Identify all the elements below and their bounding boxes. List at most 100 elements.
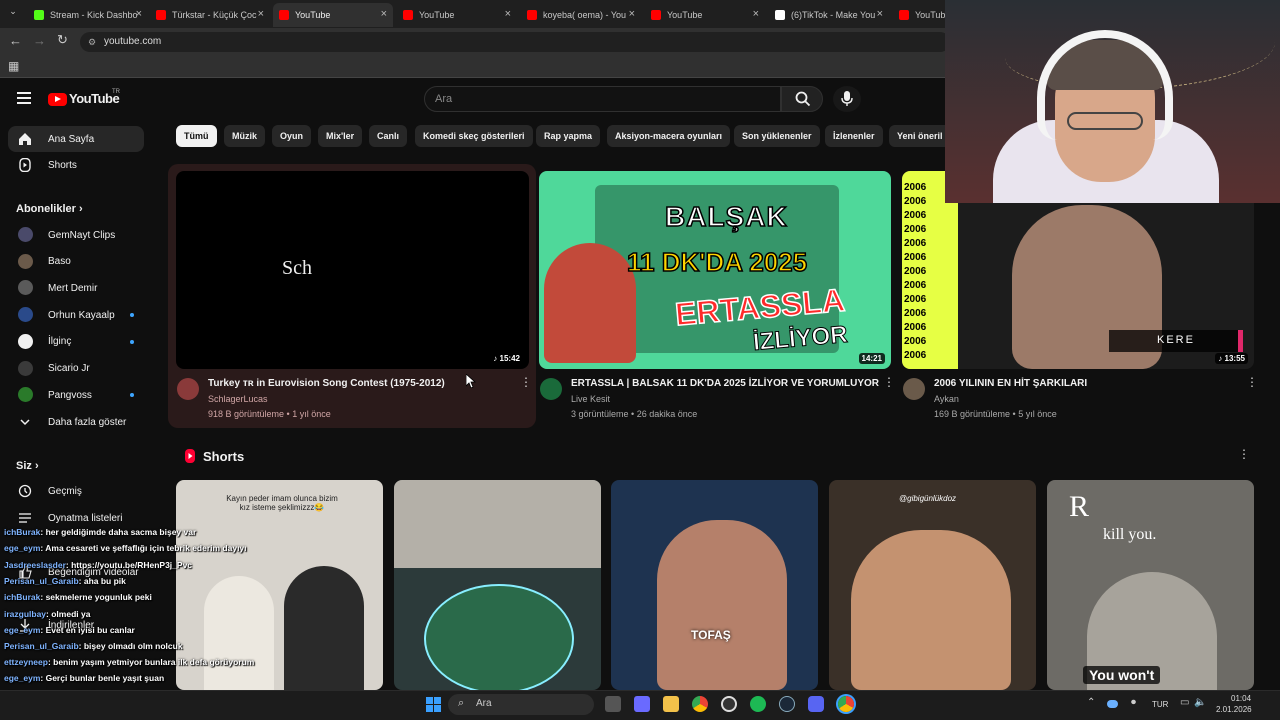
channel-avatar[interactable] xyxy=(177,378,199,400)
browser-tab[interactable]: YouTube × xyxy=(397,3,517,27)
filter-chip[interactable]: Oyun xyxy=(272,125,312,147)
sidebar-item-subscription[interactable]: Baso xyxy=(8,249,144,275)
sidebar-item-subscription[interactable]: Mert Demir xyxy=(8,275,144,301)
file-explorer-icon[interactable] xyxy=(663,696,679,712)
chat-username: ichBurak xyxy=(4,592,41,602)
tray-volume-icon[interactable]: 🔈 xyxy=(1194,697,1206,708)
video-title[interactable]: 2006 YILININ EN HİT ŞARKILARI xyxy=(934,378,1087,389)
obs-icon[interactable] xyxy=(721,696,737,712)
sidebar-item-subscription[interactable]: Sicario Jr xyxy=(8,356,144,382)
tab-close-icon[interactable]: × xyxy=(877,8,883,20)
sidebar-item-subscription[interactable]: GemNayt Clips xyxy=(8,222,144,248)
you-heading[interactable]: Siz › xyxy=(16,460,39,472)
filter-chip[interactable]: Yeni öneril xyxy=(889,125,945,147)
voice-search-button[interactable] xyxy=(833,86,861,112)
filter-chip[interactable]: Müzik xyxy=(224,125,266,147)
filter-chip[interactable]: Son yüklenenler xyxy=(734,125,820,147)
video-title[interactable]: ERTASSLA | BALSAK 11 DK'DA 2025 İZLİYOR … xyxy=(571,378,879,389)
channel-avatar xyxy=(18,307,33,323)
forward-icon[interactable]: → xyxy=(33,33,46,48)
channel-avatar[interactable] xyxy=(540,378,562,400)
task-view-icon[interactable] xyxy=(605,696,621,712)
youtube-logo-icon[interactable] xyxy=(48,93,67,106)
filter-chip[interactable]: Tümü xyxy=(176,125,217,147)
more-options-icon[interactable]: ⋮ xyxy=(1246,376,1258,388)
filter-chip[interactable]: İzlenenler xyxy=(825,125,883,147)
home-icon xyxy=(18,132,32,146)
tray-time[interactable]: 01:04 xyxy=(1231,694,1251,703)
reload-icon[interactable]: ↻ xyxy=(57,32,68,48)
search-input[interactable]: Ara xyxy=(424,86,781,112)
filter-chip[interactable]: Rap yapma xyxy=(536,125,601,147)
start-button-icon[interactable] xyxy=(426,697,441,712)
sidebar-item-subscription[interactable]: İlginç xyxy=(8,329,144,355)
video-channel[interactable]: SchlagerLucas xyxy=(208,394,268,404)
show-more-button[interactable]: Daha fazla göster xyxy=(8,409,144,435)
browser-tab[interactable]: YouTube × xyxy=(645,3,765,27)
tab-close-icon[interactable]: × xyxy=(629,8,635,20)
subscriptions-heading[interactable]: Abonelikler › xyxy=(16,203,83,215)
short-card-3[interactable]: TOFAŞ xyxy=(611,480,818,690)
sidebar-item-label: Geçmiş xyxy=(48,485,82,497)
browser-tab[interactable]: Türkstar - Küçük Çoc × xyxy=(150,3,270,27)
filter-chip[interactable]: Mix'ler xyxy=(318,125,363,147)
store-icon[interactable] xyxy=(634,696,650,712)
chat-username: ege_eym xyxy=(4,673,41,683)
back-icon[interactable]: ← xyxy=(9,33,22,48)
more-options-icon[interactable]: ⋮ xyxy=(883,376,895,388)
steam-icon[interactable] xyxy=(779,696,795,712)
tab-close-icon[interactable]: × xyxy=(258,8,264,20)
video-channel[interactable]: Live Kesit xyxy=(571,394,610,404)
youtube-region-label: TR xyxy=(112,89,120,95)
chrome-icon[interactable] xyxy=(692,696,708,712)
discord-icon[interactable] xyxy=(808,696,824,712)
tray-mic-icon[interactable]: ⏺ xyxy=(1131,697,1136,708)
more-options-icon[interactable]: ⋮ xyxy=(520,376,532,388)
menu-icon[interactable] xyxy=(17,92,31,104)
tab-search-icon[interactable]: ⌄ xyxy=(6,6,20,20)
video-title[interactable]: Turkey ᴛʀ in Eurovision Song Contest (19… xyxy=(208,378,445,389)
filter-chip[interactable]: Komedi skeç gösterileri xyxy=(415,125,533,147)
tray-language[interactable]: TUR xyxy=(1152,700,1168,709)
thumbnail-line-1: BALŞAK xyxy=(664,200,788,233)
tab-close-icon[interactable]: × xyxy=(381,8,387,20)
video-stats: 3 görüntüleme • 26 dakika önce xyxy=(571,409,698,419)
browser-tab[interactable]: koyeba( oema) - You × xyxy=(521,3,641,27)
browser-tab[interactable]: YouTube xyxy=(893,3,945,27)
sidebar-item-shorts[interactable]: Shorts xyxy=(8,152,144,178)
tray-date[interactable]: 2.01.2026 xyxy=(1216,705,1252,714)
tray-network-icon[interactable]: ▭ xyxy=(1180,697,1189,708)
channel-avatar[interactable] xyxy=(903,378,925,400)
short-card-2[interactable] xyxy=(394,480,601,690)
sidebar-item-subscription[interactable]: Orhun Kayaalp xyxy=(8,302,144,328)
sidebar-item-subscription[interactable]: Pangvoss xyxy=(8,382,144,408)
url-field[interactable]: ⚙ youtube.com xyxy=(80,32,950,52)
sidebar-item-history[interactable]: Geçmiş xyxy=(8,478,144,504)
tray-cloud-icon[interactable] xyxy=(1107,700,1118,708)
browser-tab[interactable]: Stream - Kick Dashbo × xyxy=(28,3,148,27)
tab-close-icon[interactable]: × xyxy=(505,8,511,20)
tray-chevron-icon[interactable]: ⌃ xyxy=(1087,697,1095,708)
filter-chip[interactable]: Aksiyon-macera oyunları xyxy=(607,125,731,147)
filter-chip[interactable]: Canlı xyxy=(369,125,408,147)
browser-tab[interactable]: (6)TikTok - Make You × xyxy=(769,3,889,27)
sidebar-item-label: Shorts xyxy=(48,159,77,171)
spotify-icon[interactable] xyxy=(750,696,766,712)
video-thumbnail-1[interactable]: Sch ♪ 15:42 xyxy=(176,171,529,369)
thumbnail-caption-box: KERE xyxy=(1109,330,1243,352)
video-channel[interactable]: Aykan xyxy=(934,394,959,404)
chrome-active-icon[interactable] xyxy=(838,696,854,712)
video-thumbnail-2[interactable]: BALŞAK 11 DK'DA 2025 ERTASSLA İZLİYOR 14… xyxy=(539,171,891,369)
tab-close-icon[interactable]: × xyxy=(136,8,142,20)
tab-close-icon[interactable]: × xyxy=(753,8,759,20)
site-info-icon[interactable]: ⚙ xyxy=(88,32,96,52)
short-card-5[interactable]: R kill you. You won't xyxy=(1047,480,1254,690)
search-button[interactable] xyxy=(781,86,823,112)
shorts-more-icon[interactable]: ⋮ xyxy=(1238,448,1250,460)
browser-tab[interactable]: YouTube × xyxy=(273,3,393,27)
chat-message: irazgulbay: olmedi ya xyxy=(4,609,90,619)
taskbar-search[interactable]: ⌕ Ara xyxy=(448,694,594,715)
apps-icon[interactable]: ▦ xyxy=(8,59,19,73)
sidebar-item-home[interactable]: Ana Sayfa xyxy=(8,126,144,152)
short-card-4[interactable]: @gibigünlükdoz xyxy=(829,480,1036,690)
